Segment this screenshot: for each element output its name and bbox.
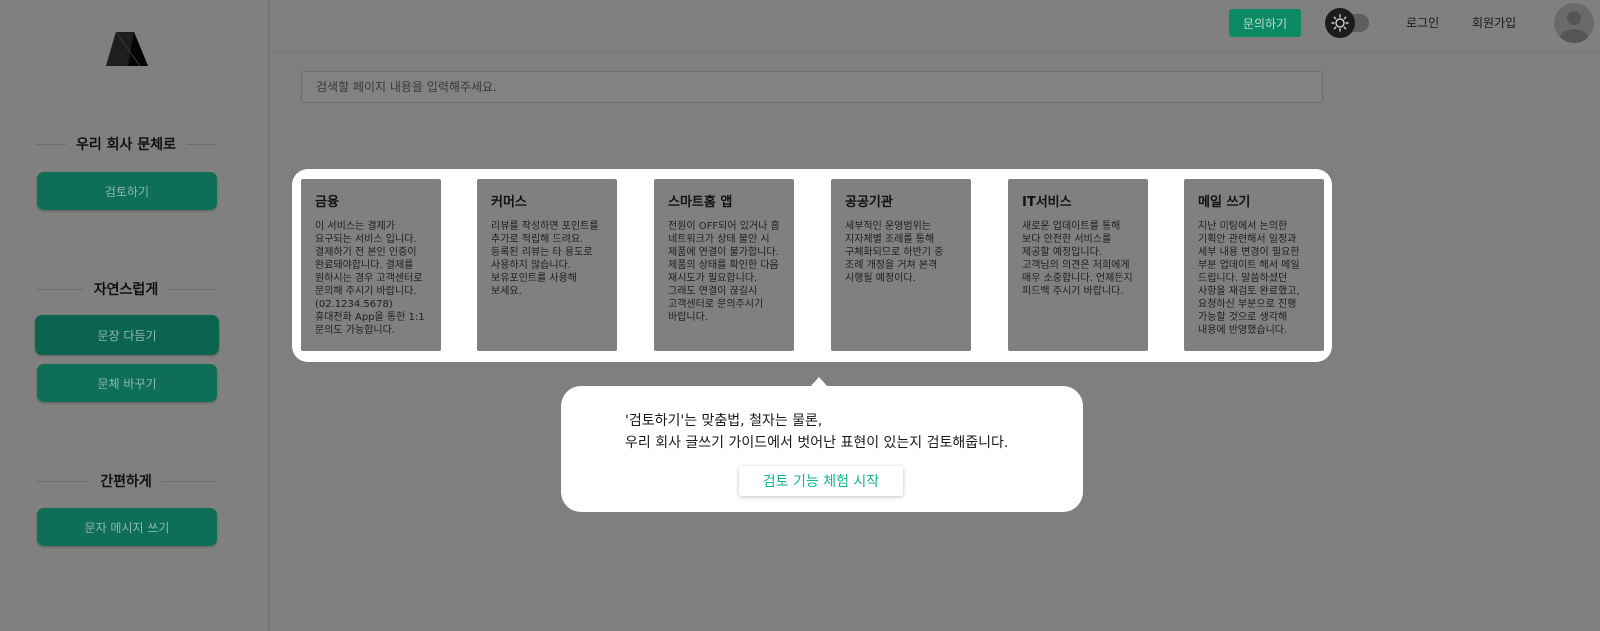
start-review-trial-button[interactable]: 검토 기능 체험 시작 bbox=[739, 466, 903, 496]
contact-button[interactable]: 문의하기 bbox=[1229, 9, 1301, 37]
card-it-service[interactable]: IT서비스 새로운 업데이트를 통해 보다 안전한 서비스를 제공할 예정입니다… bbox=[1008, 179, 1148, 351]
card-smarthome-app[interactable]: 스마트홈 앱 전원이 OFF되어 있거나 홈 네트워크가 상태 불안 시 제품에… bbox=[654, 179, 794, 351]
login-link[interactable]: 로그인 bbox=[1406, 14, 1439, 31]
section-title-company-style: 우리 회사 문체로 bbox=[36, 134, 217, 154]
logo-icon[interactable] bbox=[106, 32, 148, 66]
card-title: IT서비스 bbox=[1022, 195, 1072, 210]
card-body: 세부적인 운영범위는 지자체별 조례를 통해 구체화되므로 하반기 중 조례 개… bbox=[845, 221, 944, 284]
card-commerce[interactable]: 커머스 리뷰를 작성하면 포인트를 추가로 적립해 드려요. 등록된 리뷰는 타… bbox=[477, 179, 617, 351]
card-body: 지난 미팅에서 논의한 기획안 관련해서 일정과 세부 내용 변경이 필요한 부… bbox=[1198, 221, 1300, 336]
section-title-text: 간편하게 bbox=[100, 474, 152, 490]
card-body: 전원이 OFF되어 있거나 홈 네트워크가 상태 불안 시 제품에 연결이 불가… bbox=[668, 221, 780, 323]
change-style-button[interactable]: 문체 바꾸기 bbox=[37, 364, 217, 402]
review-button[interactable]: 검토하기 bbox=[37, 172, 217, 210]
card-title: 스마트홈 앱 bbox=[668, 195, 733, 210]
onboarding-tooltip: '검토하기'는 맞춤법, 철자는 물론, 우리 회사 글쓰기 가이드에서 벗어난… bbox=[561, 386, 1083, 512]
card-write-mail[interactable]: 메일 쓰기 지난 미팅에서 논의한 기획안 관련해서 일정과 세부 내용 변경이… bbox=[1184, 179, 1324, 351]
avatar[interactable] bbox=[1554, 3, 1594, 43]
refine-sentence-button[interactable]: 문장 다듬기 bbox=[35, 315, 219, 355]
section-title-natural: 자연스럽게 bbox=[36, 279, 216, 299]
write-text-message-button[interactable]: 문자 메시지 쓰기 bbox=[37, 508, 217, 546]
card-title: 커머스 bbox=[491, 195, 527, 210]
header bbox=[272, 0, 1600, 52]
card-body: 새로운 업데이트를 통해 보다 안전한 서비스를 제공할 예정입니다. 고객님의… bbox=[1022, 221, 1133, 297]
card-title: 금융 bbox=[315, 195, 339, 210]
card-body: 이 서비스는 결제가 요구되는 서비스 입니다. 결제하기 전 본인 인증이 완… bbox=[315, 221, 425, 336]
user-icon bbox=[1560, 11, 1588, 43]
card-finance[interactable]: 금융 이 서비스는 결제가 요구되는 서비스 입니다. 결제하기 전 본인 인증… bbox=[301, 179, 441, 351]
section-title-simple: 간편하게 bbox=[36, 471, 216, 491]
sidebar: 우리 회사 문체로 검토하기 자연스럽게 문장 다듬기 문체 바꾸기 간편하게 … bbox=[0, 0, 270, 631]
sun-icon bbox=[1325, 8, 1355, 38]
section-title-text: 자연스럽게 bbox=[93, 282, 159, 298]
search-input[interactable] bbox=[301, 71, 1323, 103]
card-public-institution[interactable]: 공공기관 세부적인 운영범위는 지자체별 조례를 통해 구체화되므로 하반기 중… bbox=[831, 179, 971, 351]
card-title: 공공기관 bbox=[845, 195, 893, 210]
tooltip-text: '검토하기'는 맞춤법, 철자는 물론, 우리 회사 글쓰기 가이드에서 벗어난… bbox=[625, 413, 1009, 451]
card-title: 메일 쓰기 bbox=[1198, 195, 1251, 210]
example-card-panel: 금융 이 서비스는 결제가 요구되는 서비스 입니다. 결제하기 전 본인 인증… bbox=[292, 169, 1332, 362]
theme-toggle[interactable] bbox=[1325, 8, 1373, 38]
card-body: 리뷰를 작성하면 포인트를 추가로 적립해 드려요. 등록된 리뷰는 타 용도로… bbox=[491, 221, 599, 297]
signup-link[interactable]: 회원가입 bbox=[1472, 14, 1516, 31]
section-title-text: 우리 회사 문체로 bbox=[76, 137, 176, 153]
